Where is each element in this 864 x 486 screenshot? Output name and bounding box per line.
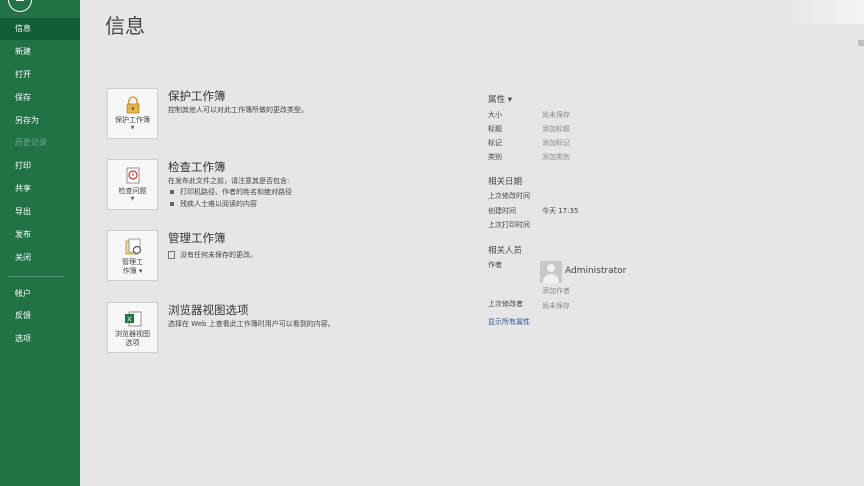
date-key: 上次打印时间 [488,221,530,229]
properties-header[interactable]: 属性 ▾ [488,93,512,105]
manage-tile-label-1: 管理工 [122,258,143,266]
chevron-down-icon: ▼ [130,125,135,131]
nav-new[interactable]: 新建 [0,41,80,63]
related-dates-header: 相关日期 [488,177,523,187]
svg-text:X: X [127,317,132,324]
inspect-desc: 在发布此文件之前，请注意其是否包含: [168,177,290,185]
nav-save[interactable]: 保存 [0,87,80,109]
date-key: 上次修改时间 [488,192,530,200]
protect-title: 保护工作簿 [168,89,226,103]
add-category-field[interactable]: 添加类别 [542,152,570,162]
nav-open[interactable]: 打开 [0,64,80,86]
inspect-title: 检查工作簿 [168,160,226,174]
show-all-properties-link[interactable]: 显示所有属性 [488,317,530,327]
nav-save-as[interactable]: 另存为 [0,110,80,132]
inspect-document-icon [126,167,139,184]
scroll-indicator [858,40,864,46]
title-strip [784,0,864,24]
nav-info[interactable]: 信息 [0,18,80,40]
browser-tile-label-1: 浏览器视图 [115,330,150,338]
lock-icon [126,96,139,114]
inspect-bullet-1: 打印机路径、作者的姓名和绝对路径 [170,187,292,197]
date-key: 创建时间 [488,207,516,215]
prop-key: 大小 [488,111,502,119]
chevron-down-icon: ▼ [130,196,135,202]
manage-workbook-button[interactable]: 管理工 作簿 ▾ [107,230,158,281]
add-tag-field[interactable]: 添加标记 [542,138,570,148]
prop-size-value: 尚未保存 [542,111,570,119]
manage-workbook-icon [125,238,141,255]
nav-print[interactable]: 打印 [0,155,80,177]
manage-status: 没有任何未保存的更改。 [168,250,257,260]
nav-account[interactable]: 帐户 [0,283,80,305]
backstage-sidebar: 信息 新建 打开 保存 另存为 历史记录 打印 共享 导出 发布 关闭 帐户 反… [0,0,80,486]
add-title-field[interactable]: 添加标题 [542,124,570,134]
document-icon [168,251,175,259]
add-author-field[interactable]: 添加作者 [542,286,570,296]
author-name[interactable]: Administrator [565,266,626,276]
manage-title: 管理工作簿 [168,231,226,245]
check-issues-label: 检查问题 [118,187,147,195]
nav-history: 历史记录 [15,138,47,147]
back-arrow-icon[interactable] [8,0,32,12]
check-issues-button[interactable]: 检查问题 ▼ [107,159,158,210]
excel-browser-icon: X [124,311,141,327]
nav-publish[interactable]: 发布 [0,224,80,246]
browser-tile-label-2: 选项 [125,339,140,347]
avatar [540,261,562,283]
bullet-square-icon [170,202,174,206]
created-time-value: 今天 17:35 [542,207,579,215]
inspect-bullet-2: 残疾人士难以阅读的内容 [170,199,257,209]
prop-key: 类别 [488,153,502,161]
prop-key: 标题 [488,125,502,133]
nav-close[interactable]: 关闭 [0,247,80,269]
protect-desc: 控制其他人可以对此工作簿所做的更改类型。 [168,106,308,114]
related-people-header: 相关人员 [488,246,523,256]
protect-tile-label: 保护工作簿 [115,116,150,124]
prop-key: 标记 [488,139,502,147]
author-label: 作者 [488,261,502,269]
nav-share[interactable]: 共享 [0,178,80,200]
nav-export[interactable]: 导出 [0,201,80,223]
browser-title: 浏览器视图选项 [168,303,249,317]
browser-desc: 选择在 Web 上查看此工作簿时用户可以看到的内容。 [168,320,335,328]
nav-feedback[interactable]: 反馈 [0,305,80,327]
browser-view-options-button[interactable]: X 浏览器视图 选项 [107,302,158,353]
page-title: 信息 [105,14,145,38]
nav-options[interactable]: 选项 [0,328,80,350]
protect-workbook-button[interactable]: 保护工作簿 ▼ [107,88,158,139]
bullet-square-icon [170,190,174,194]
manage-tile-label-2: 作簿 ▾ [122,267,143,275]
last-modified-by-value: 尚未保存 [542,302,570,310]
last-modified-by-label: 上次修改者 [488,300,523,308]
nav-divider [8,276,64,277]
